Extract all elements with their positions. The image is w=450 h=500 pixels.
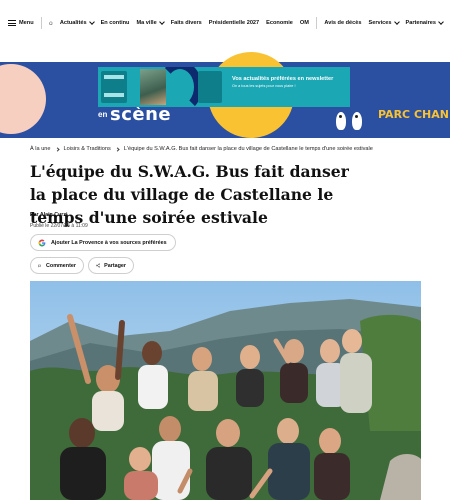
article-photo[interactable] [30, 281, 421, 500]
author-name[interactable]: Alain Curzi [40, 212, 68, 218]
chevron-down-icon [438, 19, 444, 25]
home-icon[interactable] [49, 19, 53, 27]
share-button[interactable]: Partager [88, 257, 134, 274]
nav-item-ma-ville[interactable]: Ma ville [136, 19, 165, 26]
nav-item-avis-deces[interactable]: Avis de décès [324, 20, 361, 26]
breadcrumb-category[interactable]: Loisirs & Traditions [64, 146, 111, 152]
share-icon [96, 263, 101, 268]
nav-item-services[interactable]: Services [368, 19, 400, 26]
add-preferred-source-button[interactable]: Ajouter La Provence à vos sources préfér… [30, 234, 176, 251]
chevron-down-icon [88, 19, 95, 25]
curve-graphic [158, 67, 202, 107]
banner-word-en: en [98, 110, 108, 119]
bird-graphic [336, 112, 346, 130]
nav-item-actualites[interactable]: Actualités [60, 19, 95, 26]
nav-item-om[interactable]: OM [300, 20, 309, 26]
banner-parc-text: PARC CHAN [378, 108, 449, 121]
chevron-right-icon [115, 146, 120, 152]
comment-button[interactable]: Commenter [30, 257, 84, 274]
bird-graphic [352, 112, 362, 130]
advertisement-banner[interactable]: en scène PARC CHAN Vos actualités préfér… [0, 46, 450, 138]
newsletter-promo[interactable]: Vos actualités préférées en newsletter O… [98, 67, 350, 107]
nav-item-partenaires[interactable]: Partenaires [406, 19, 444, 26]
chevron-down-icon [158, 19, 165, 25]
chevron-down-icon [393, 19, 400, 25]
article-author: Par Alain Curzi [30, 212, 68, 218]
chevron-right-icon [54, 146, 60, 152]
breadcrumb-current: L'équipe du S.W.A.G. Bus fait danser la … [123, 146, 373, 152]
share-label: Partager [104, 262, 126, 269]
menu-label: Menu [19, 20, 34, 26]
breadcrumb: À la une Loisirs & Traditions L'équipe d… [30, 146, 373, 152]
nav-item-presidentielle[interactable]: Présidentielle 2027 [209, 20, 259, 26]
group-photo-illustration [30, 281, 421, 500]
nav-item-economie[interactable]: Economie [266, 20, 293, 26]
newsletter-title: Vos actualités préférées en newsletter [232, 76, 334, 82]
comment-label: Commenter [46, 262, 76, 269]
author-prefix: Par [30, 212, 39, 218]
banner-word-scene: scène [110, 104, 172, 125]
hamburger-icon [8, 20, 16, 26]
phone-graphic [101, 71, 127, 103]
comment-icon [38, 264, 41, 267]
add-preferred-source-label: Ajouter La Provence à vos sources préfér… [51, 239, 167, 246]
nav-item-faits-divers[interactable]: Faits divers [171, 20, 202, 26]
nav-item-en-continu[interactable]: En continu [101, 20, 130, 26]
publish-date: Publié le 22/07/25 à 11:09 [30, 223, 88, 229]
breadcrumb-home[interactable]: À la une [30, 146, 51, 152]
newsletter-subtitle: On a tous les sujets pour vous plaire ! [232, 84, 296, 88]
google-icon [38, 239, 46, 246]
menu-button[interactable]: Menu [8, 20, 34, 26]
phone-graphic [198, 71, 222, 103]
article-title: L'équipe du S.W.A.G. Bus fait danser la … [30, 162, 349, 227]
top-navigation: Menu Actualités En continu Ma ville Fait… [0, 0, 450, 46]
